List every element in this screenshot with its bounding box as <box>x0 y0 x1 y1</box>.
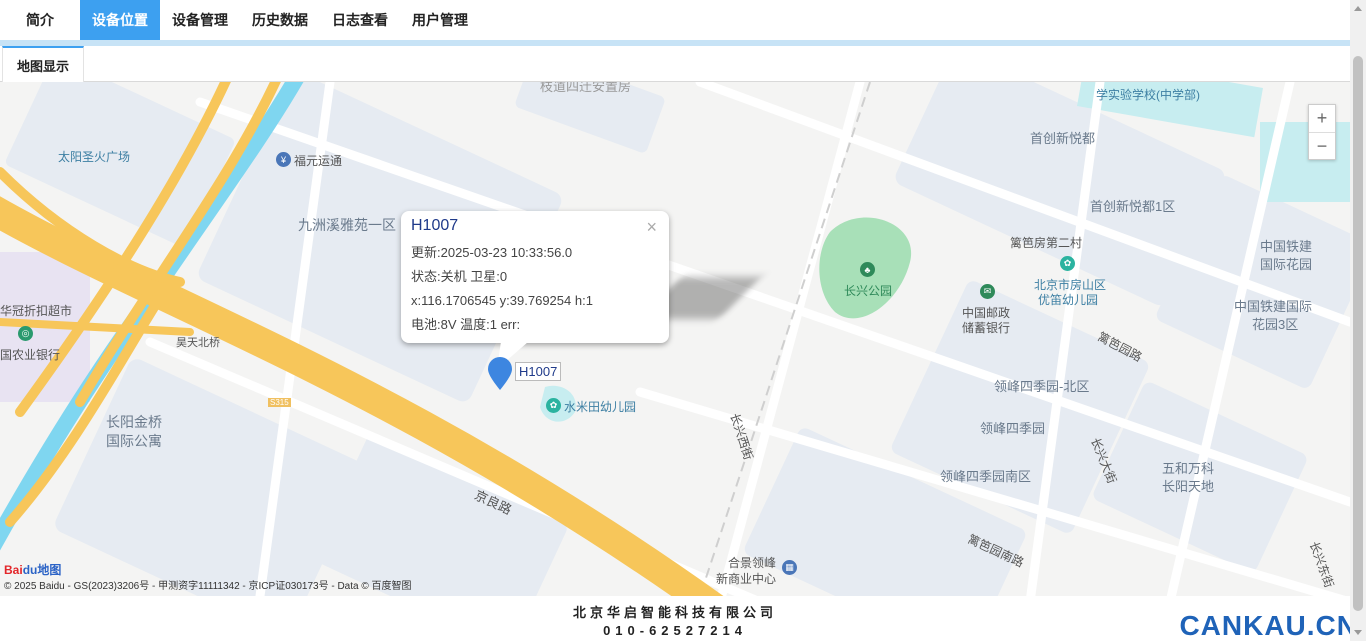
scroll-up-arrow-icon[interactable] <box>1354 6 1362 11</box>
map-view[interactable]: 太阳圣火广场 ¥ 福元运通 九洲溪雅苑一区 华冠折扣超市 ◎ 国农业银行 昊天北… <box>0 82 1350 596</box>
label-shouchuang1: 首创新悦都1区 <box>1090 199 1176 214</box>
popup-coordinates: x:116.1706545 y:39.769254 h:1 <box>411 293 593 308</box>
label-lingfeng-n: 领峰四季园-北区 <box>994 379 1090 394</box>
label-lianbei: 篱笆房第二村 <box>1010 236 1083 250</box>
popup-title: H1007 <box>411 217 459 234</box>
label-shouchuang: 首创新悦都 <box>1030 131 1096 146</box>
zoom-in-button[interactable]: + <box>1309 105 1335 132</box>
park-icon: ♣ <box>860 262 875 277</box>
label-hejing2: 新商业中心 <box>716 572 777 586</box>
bank-icon: ¥ <box>276 152 291 167</box>
popup-status: 状态:关机 卫星:0 <box>411 269 508 284</box>
label-wuhe1: 五和万科 <box>1162 461 1215 476</box>
label-taiyang: 太阳圣火广场 <box>58 150 131 164</box>
close-icon[interactable]: × <box>646 217 657 238</box>
top-nav: 简介 设备位置 设备管理 历史数据 日志查看 用户管理 <box>0 0 1350 40</box>
label-tiejian2: 国际花园 <box>1260 257 1313 272</box>
marker-label[interactable]: H1007 <box>515 362 562 381</box>
nav-user-management[interactable]: 用户管理 <box>400 0 480 40</box>
footer-phone: 010-62527214 <box>603 623 747 638</box>
label-nongye: 国农业银行 <box>0 348 61 362</box>
label-shuimitian: 水米田幼儿园 <box>564 400 637 414</box>
page-scrollbar[interactable] <box>1350 0 1366 641</box>
label-tiejian3: 中国铁建国际 <box>1234 299 1313 314</box>
label-hejing1: 合景领峰 <box>728 556 777 570</box>
scroll-thumb[interactable] <box>1353 56 1363 611</box>
scroll-down-arrow-icon[interactable] <box>1354 630 1362 635</box>
label-tiejian1: 中国铁建 <box>1260 239 1313 254</box>
nav-intro[interactable]: 简介 <box>0 0 80 40</box>
zoom-out-button[interactable]: − <box>1309 132 1335 159</box>
label-jiuzhou: 九洲溪雅苑一区 <box>298 217 396 233</box>
nav-device-location[interactable]: 设备位置 <box>80 0 160 40</box>
label-wuhe2: 长阳天地 <box>1162 479 1215 494</box>
label-changyang: 长阳金桥 <box>106 414 162 430</box>
label-changyang2: 国际公寓 <box>106 433 162 449</box>
zoom-control: + − <box>1308 104 1336 160</box>
label-lingfeng: 领峰四季园 <box>980 421 1046 436</box>
post-icon: ✉ <box>980 284 995 299</box>
label-s315: S315 <box>268 398 291 407</box>
label-huaguan: 华冠折扣超市 <box>0 304 73 318</box>
baidu-logo: Baidu地图 <box>4 563 62 577</box>
map-copyright: © 2025 Baidu - GS(2023)3206号 - 甲测资字11111… <box>4 581 412 592</box>
map-pin-icon[interactable] <box>487 357 513 391</box>
tab-map-display[interactable]: 地图显示 <box>2 46 85 82</box>
school-icon: ✿ <box>546 398 561 413</box>
label-haotian: 昊天北桥 <box>176 337 220 349</box>
label-lingfeng-s: 领峰四季园南区 <box>940 469 1032 484</box>
label-fuyuan: 福元运通 <box>294 154 343 168</box>
device-info-popup: H1007 × 更新:2025-03-23 10:33:56.0 状态:关机 卫… <box>401 211 669 343</box>
footer-company: 北京华启智能科技有限公司 <box>572 605 777 620</box>
label-top-cut: 枝道四迁安置房 <box>540 82 632 94</box>
label-youer2: 优笛幼儿园 <box>1038 293 1099 307</box>
label-youzheng2: 储蓄银行 <box>962 321 1011 335</box>
nav-history-data[interactable]: 历史数据 <box>240 0 320 40</box>
popup-update-time: 更新:2025-03-23 10:33:56.0 <box>411 245 573 260</box>
label-tiejian4: 花园3区 <box>1252 317 1299 332</box>
sub-tab-bar: 地图显示 <box>0 46 1350 82</box>
watermark: CANKAU.CN <box>1179 610 1358 641</box>
footer: 北京华启智能科技有限公司 010-62527214 <box>0 596 1350 641</box>
popup-battery-temp: 电池:8V 温度:1 err: <box>411 317 521 332</box>
nav-log-view[interactable]: 日志查看 <box>320 0 400 40</box>
school-icon-2: ✿ <box>1060 256 1075 271</box>
bank-icon-2: ◎ <box>18 326 33 341</box>
building-icon: ▦ <box>782 560 797 575</box>
label-xuexiao: 学实验学校(中学部) <box>1096 88 1200 102</box>
nav-device-management[interactable]: 设备管理 <box>160 0 240 40</box>
label-changxing-park: 长兴公园 <box>844 284 893 298</box>
